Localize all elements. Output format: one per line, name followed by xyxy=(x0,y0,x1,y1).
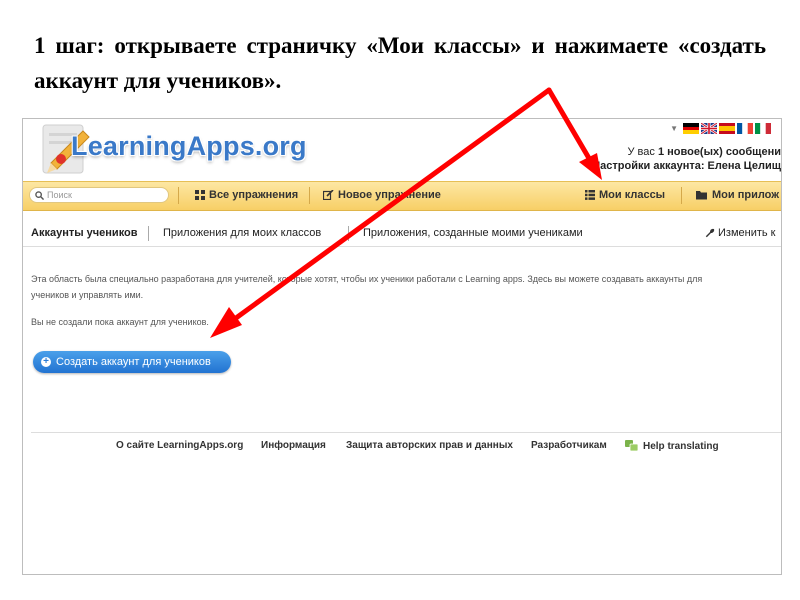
nav-my-apps-label: Мои прилож xyxy=(712,189,780,201)
tab-divider xyxy=(148,226,149,241)
dropdown-triangle-icon[interactable]: ▼ xyxy=(670,124,678,133)
nav-my-apps[interactable]: Мои прилож xyxy=(696,189,779,201)
help-translating-label: Help translating xyxy=(643,440,719,452)
main-navbar: Поиск Все упражнения Новое упражнение Мо… xyxy=(23,181,781,211)
description-line-2: учеников и управлять ими. xyxy=(31,290,144,300)
nav-all-exercises-label: Все упражнения xyxy=(209,189,299,201)
footer-link-help-translating[interactable]: Help translating xyxy=(625,440,719,452)
tab-class-apps[interactable]: Приложения для моих классов xyxy=(163,227,321,239)
class-tabs: Аккаунты учеников Приложения для моих кл… xyxy=(23,223,781,245)
create-student-accounts-button[interactable]: + Создать аккаунт для учеников xyxy=(33,351,231,373)
messages-suffix: новое(ых) сообщени xyxy=(664,146,781,158)
nav-my-classes-label: Мои классы xyxy=(599,189,666,201)
messages-notice[interactable]: У вас 1 новое(ых) сообщени xyxy=(592,145,781,159)
description-line-1: Эта область была специально разработана … xyxy=(31,274,703,284)
flag-de-icon[interactable] xyxy=(683,123,699,134)
create-button-label: Создать аккаунт для учеников xyxy=(56,356,211,368)
account-settings-link[interactable]: Настройки аккаунта: Елена Целищ xyxy=(592,159,781,173)
edit-icon xyxy=(323,190,334,200)
plus-icon: + xyxy=(41,357,51,367)
folder-icon xyxy=(696,191,707,200)
search-icon xyxy=(35,190,44,200)
nav-divider xyxy=(309,187,310,204)
nav-my-classes[interactable]: Мои классы xyxy=(585,189,665,201)
footer-link-info[interactable]: Информация xyxy=(261,440,326,451)
nav-divider xyxy=(681,187,682,204)
list-icon xyxy=(585,190,595,200)
tabs-underline xyxy=(23,246,781,247)
screenshot-frame: LearningApps.org ▼ У вас 1 новое(ых) соо… xyxy=(22,118,782,575)
language-flags: ▼ xyxy=(670,123,771,134)
nav-new-exercise-label: Новое упражнение xyxy=(338,189,441,201)
tab-student-created-apps[interactable]: Приложения, созданные моими учениками xyxy=(363,227,583,239)
messages-prefix: У вас xyxy=(627,146,658,158)
flag-gb-icon[interactable] xyxy=(701,123,717,134)
tab-divider xyxy=(348,226,349,241)
section-description: Эта область была специально разработана … xyxy=(31,271,781,303)
search-input[interactable]: Поиск xyxy=(29,187,169,203)
search-placeholder: Поиск xyxy=(47,190,72,200)
wrench-icon xyxy=(705,228,715,238)
tab-edit[interactable]: Изменить к xyxy=(705,227,776,239)
nav-divider xyxy=(178,187,179,204)
flag-es-icon[interactable] xyxy=(719,123,735,134)
footer-link-developers[interactable]: Разработчикам xyxy=(531,440,607,451)
tab-edit-label: Изменить к xyxy=(718,227,776,239)
footer-link-copyright[interactable]: Защита авторских прав и данных xyxy=(346,440,513,451)
flag-fr-icon[interactable] xyxy=(737,123,753,134)
no-accounts-text: Вы не создали пока аккаунт для учеников. xyxy=(31,317,209,327)
footer-divider xyxy=(31,432,781,433)
tab-student-accounts[interactable]: Аккаунты учеников xyxy=(31,227,138,239)
translate-icon xyxy=(625,440,639,452)
site-logo[interactable]: LearningApps.org xyxy=(71,131,307,162)
instruction-text: 1 шаг: открываете страничку «Мои классы»… xyxy=(34,33,766,93)
account-info: У вас 1 новое(ых) сообщени Настройки акк… xyxy=(592,145,781,173)
nav-all-exercises[interactable]: Все упражнения xyxy=(195,189,298,201)
footer-link-about[interactable]: О сайте LearningApps.org xyxy=(116,440,243,451)
flag-it-icon[interactable] xyxy=(755,123,771,134)
nav-new-exercise[interactable]: Новое упражнение xyxy=(323,189,441,201)
grid-icon xyxy=(195,190,205,200)
